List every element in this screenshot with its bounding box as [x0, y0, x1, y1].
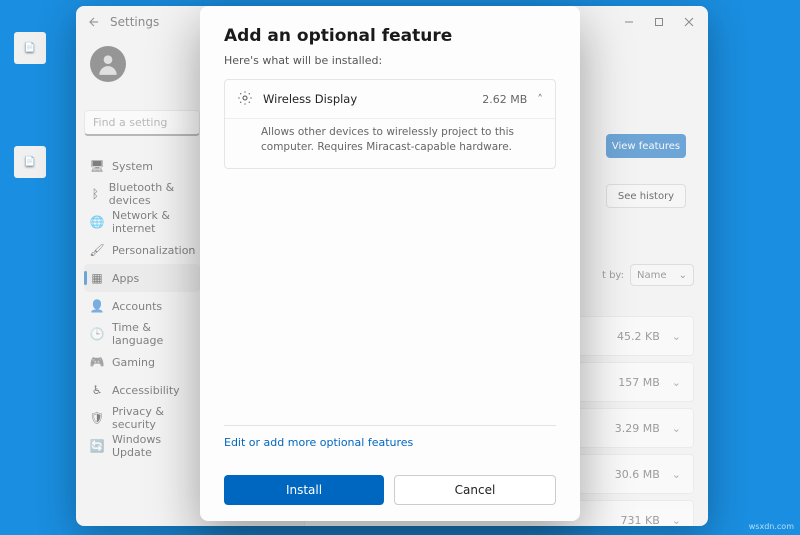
- chevron-up-icon: ˄: [537, 92, 543, 106]
- feature-size: 2.62 MB: [482, 93, 527, 106]
- feature-header[interactable]: Wireless Display 2.62 MB ˄: [225, 80, 555, 118]
- feature-description: Allows other devices to wirelessly proje…: [225, 118, 555, 168]
- install-button[interactable]: Install: [224, 475, 384, 505]
- feature-card: Wireless Display 2.62 MB ˄ Allows other …: [224, 79, 556, 169]
- gear-icon: [237, 90, 253, 109]
- cancel-button[interactable]: Cancel: [394, 475, 556, 505]
- feature-name: Wireless Display: [263, 92, 472, 106]
- dialog-subtitle: Here's what will be installed:: [224, 54, 556, 67]
- add-optional-feature-dialog: Add an optional feature Here's what will…: [200, 6, 580, 521]
- watermark: wsxdn.com: [749, 522, 794, 531]
- edit-features-link[interactable]: Edit or add more optional features: [224, 436, 556, 449]
- separator: [224, 425, 556, 426]
- dialog-title: Add an optional feature: [224, 26, 556, 46]
